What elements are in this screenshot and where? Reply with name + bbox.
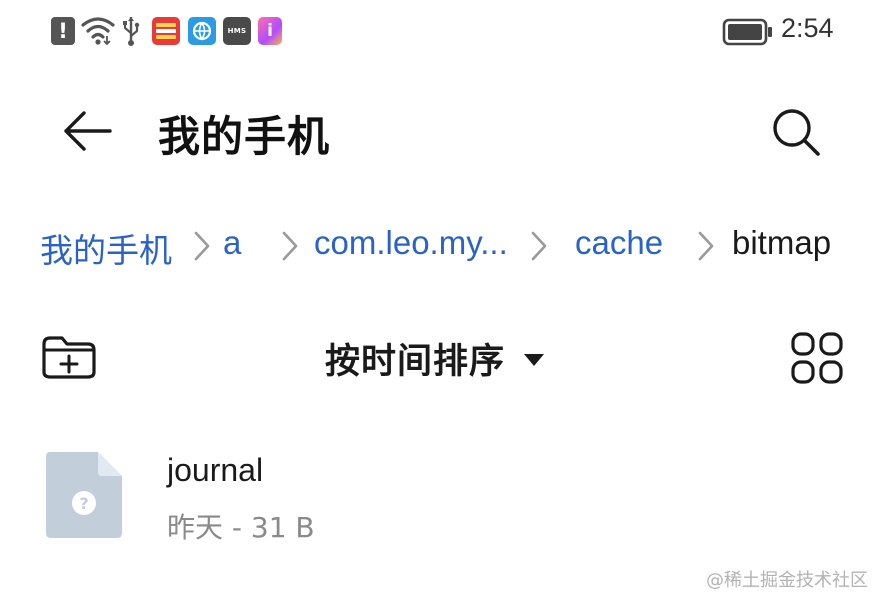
sort-label: 按时间排序 (325, 341, 506, 382)
status-time: 2:54 (781, 13, 834, 43)
hms-icon: HMS (223, 17, 251, 45)
new-folder-button[interactable] (38, 331, 100, 383)
breadcrumb: 我的手机 a com.leo.my... cache bitmap (40, 220, 860, 272)
grid-view-button[interactable] (788, 330, 846, 386)
caret-down-icon (524, 354, 545, 366)
breadcrumb-item-package[interactable]: com.leo.my... (314, 224, 508, 262)
app-notification-icon (152, 17, 180, 45)
status-bar: ! HMS i 2:54 (0, 0, 886, 64)
breadcrumb-item-my-phone[interactable]: 我的手机 (40, 224, 172, 272)
breadcrumb-item-bitmap: bitmap (732, 224, 832, 261)
app-store-icon: i (258, 17, 282, 45)
wifi-icon (81, 17, 115, 46)
breadcrumb-item-a[interactable]: a (223, 224, 241, 262)
usb-icon (123, 17, 140, 46)
alert-icon: ! (51, 17, 75, 45)
unknown-file-icon: ? (46, 452, 122, 538)
new-folder-icon (42, 336, 96, 379)
page-title: 我的手机 (158, 112, 331, 161)
file-name: journal (167, 452, 264, 488)
watermark: @稀土掘金技术社区 (706, 570, 868, 591)
search-icon (773, 109, 820, 156)
back-button[interactable] (56, 103, 118, 159)
search-button[interactable] (766, 103, 826, 161)
battery-icon (722, 18, 772, 46)
chevron-right-icon (698, 231, 714, 261)
grid-view-icon (791, 332, 843, 384)
breadcrumb-item-cache[interactable]: cache (575, 224, 663, 262)
sort-dropdown[interactable]: 按时间排序 (325, 333, 545, 383)
chevron-right-icon (194, 231, 210, 261)
chevron-right-icon (282, 231, 298, 261)
file-list-item[interactable]: ? journal 昨天 - 31 B (40, 440, 860, 550)
chevron-right-icon (531, 231, 547, 261)
svg-text:?: ? (79, 494, 88, 513)
file-meta: 昨天 - 31 B (167, 511, 315, 544)
browser-icon (188, 17, 216, 45)
arrow-left-icon (64, 111, 112, 151)
